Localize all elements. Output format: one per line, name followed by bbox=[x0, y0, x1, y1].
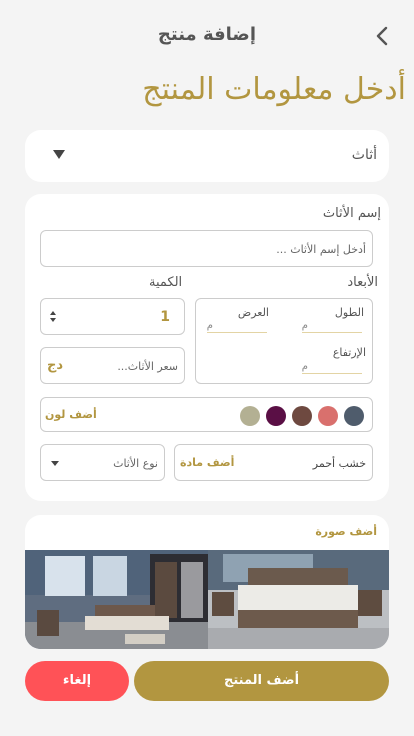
height-unit: م bbox=[301, 361, 308, 372]
add-product-button[interactable]: أضف المنتج bbox=[134, 661, 389, 701]
add-photo-button[interactable]: أضف صورة bbox=[315, 525, 377, 538]
height-label: الإرتفاع bbox=[332, 346, 366, 359]
category-value: أثاث bbox=[351, 147, 377, 163]
color-swatch[interactable] bbox=[240, 406, 260, 426]
dimensions-label: الأبعاد bbox=[347, 275, 378, 290]
color-swatch[interactable] bbox=[344, 406, 364, 426]
material-value: خشب أحمر bbox=[312, 457, 366, 470]
stepper-icon[interactable] bbox=[50, 309, 58, 325]
height-input[interactable] bbox=[302, 373, 362, 374]
price-placeholder: سعر الأثاث... bbox=[117, 360, 178, 373]
dropdown-arrow-icon bbox=[53, 150, 65, 159]
name-label: إسم الأثاث bbox=[322, 206, 381, 221]
width-label: العرض bbox=[237, 306, 269, 319]
color-swatch[interactable] bbox=[292, 406, 312, 426]
color-picker: أضف لون bbox=[40, 397, 373, 432]
length-label: الطول bbox=[334, 306, 364, 319]
photos-card: أضف صورة bbox=[25, 515, 389, 649]
product-photo[interactable] bbox=[25, 550, 208, 649]
currency-label: دج bbox=[47, 358, 64, 373]
quantity-label: الكمية bbox=[149, 275, 183, 290]
back-button[interactable] bbox=[372, 24, 392, 48]
price-input[interactable]: سعر الأثاث... دج bbox=[40, 347, 185, 384]
width-input[interactable] bbox=[207, 332, 267, 333]
product-form: إسم الأثاث أدخل إسم الأثاث ... الأبعاد ا… bbox=[25, 194, 389, 501]
material-input[interactable]: خشب أحمر أضف مادة bbox=[174, 444, 373, 481]
header-bar: إضافة منتج bbox=[0, 18, 414, 54]
type-select[interactable]: نوع الأثاث bbox=[40, 444, 165, 481]
add-color-button[interactable]: أضف لون bbox=[45, 408, 97, 421]
length-unit: م bbox=[301, 320, 308, 331]
cancel-button[interactable]: إلغاء bbox=[25, 661, 129, 701]
color-swatch[interactable] bbox=[318, 406, 338, 426]
length-input[interactable] bbox=[302, 332, 362, 333]
width-unit: م bbox=[206, 320, 213, 331]
name-placeholder: أدخل إسم الأثاث ... bbox=[276, 243, 366, 256]
category-select[interactable]: أثاث bbox=[25, 130, 389, 182]
color-swatch[interactable] bbox=[266, 406, 286, 426]
dimensions-box: الطول م العرض م الإرتفاع م bbox=[195, 298, 373, 384]
page-title: إضافة منتج bbox=[157, 24, 256, 45]
quantity-stepper[interactable]: 1 bbox=[40, 298, 185, 335]
quantity-value: 1 bbox=[160, 309, 170, 325]
chevron-left-icon bbox=[376, 26, 388, 46]
product-photo[interactable] bbox=[208, 550, 389, 649]
dropdown-arrow-icon bbox=[51, 461, 59, 466]
add-material-button[interactable]: أضف مادة bbox=[180, 456, 234, 469]
section-heading: أدخل معلومات المنتج bbox=[142, 72, 406, 107]
name-input[interactable]: أدخل إسم الأثاث ... bbox=[40, 230, 373, 267]
type-placeholder: نوع الأثاث bbox=[113, 457, 158, 470]
